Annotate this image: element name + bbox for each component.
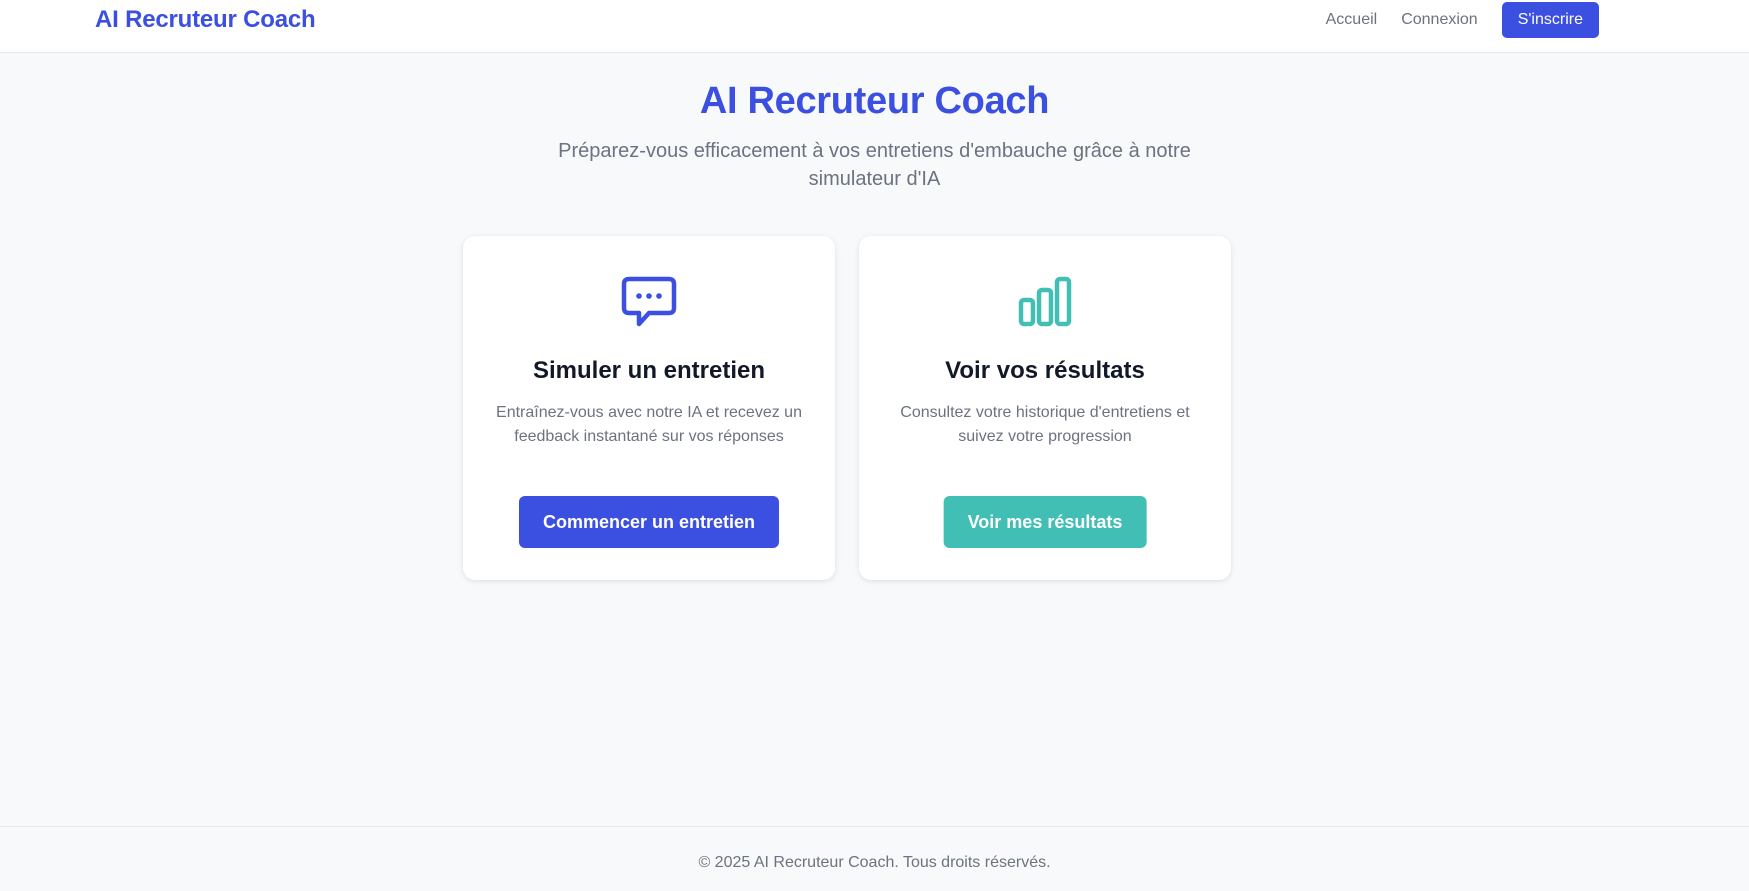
- nav-link-home[interactable]: Accueil: [1326, 11, 1378, 29]
- chat-bubble-icon: [463, 272, 835, 332]
- page-subtitle: Préparez-vous efficacement à vos entreti…: [558, 140, 1191, 190]
- card-description: Consultez votre historique d'entretiens …: [900, 404, 1190, 445]
- card-title: Voir vos résultats: [945, 357, 1145, 384]
- page-title: AI Recruteur Coach: [699, 80, 1050, 122]
- top-navbar: AI Recruteur Coach Accueil Connexion S'i…: [0, 0, 1749, 53]
- hero-section: AI Recruteur Coach Préparez-vous efficac…: [0, 80, 1749, 193]
- card-description: Entraînez-vous avec notre IA et recevez …: [496, 404, 802, 445]
- bar-chart-icon: [859, 272, 1231, 332]
- view-results-button[interactable]: Voir mes résultats: [943, 496, 1147, 548]
- page-footer: © 2025 AI Recruteur Coach. Tous droits r…: [0, 826, 1749, 891]
- footer-copyright: © 2025 AI Recruteur Coach. Tous droits r…: [698, 854, 1051, 871]
- feature-cards: Simuler un entretien Entraînez-vous avec…: [463, 236, 1231, 580]
- signup-button[interactable]: S'inscrire: [1501, 2, 1599, 38]
- nav-link-login[interactable]: Connexion: [1401, 11, 1478, 29]
- nav-links: Accueil Connexion S'inscrire: [1326, 2, 1599, 38]
- card-title: Simuler un entretien: [532, 357, 766, 384]
- brand-logo-text[interactable]: AI Recruteur Coach: [95, 6, 316, 34]
- card-simulate-interview: Simuler un entretien Entraînez-vous avec…: [463, 236, 835, 580]
- start-interview-button[interactable]: Commencer un entretien: [518, 496, 780, 548]
- card-view-results: Voir vos résultats Consultez votre histo…: [859, 236, 1231, 580]
